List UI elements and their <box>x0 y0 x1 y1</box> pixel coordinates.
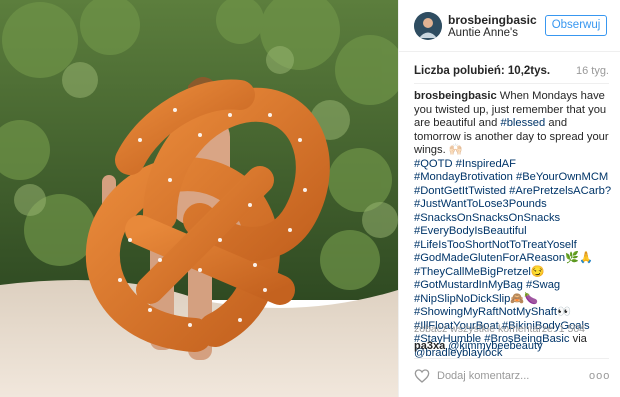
more-options-button[interactable]: ooo <box>589 370 610 382</box>
view-all-comments-link[interactable]: zobacz wszystkie komentarze: 1 504 <box>414 323 585 335</box>
post-location[interactable]: Auntie Anne's <box>448 27 518 39</box>
hashtag-link[interactable]: #DontGetItTwisted <box>414 185 506 197</box>
hashtag-link[interactable]: #Swag <box>526 279 560 291</box>
hashtag-link[interactable]: #SnacksOnSnacksOnSnacks <box>414 212 560 224</box>
divider <box>414 358 609 359</box>
divider <box>414 83 609 84</box>
hashtag-link[interactable]: #EveryBodyIsBeautiful <box>414 225 527 237</box>
likes-count[interactable]: Liczba polubień: 10,2tys. <box>414 65 550 77</box>
comment-username[interactable]: pa3xa <box>414 340 445 352</box>
hashtag-link[interactable]: #InspiredAF <box>456 158 516 170</box>
hashtag-link[interactable]: #TheyCallMeBigPretzel😏 <box>414 266 545 278</box>
comment-item: pa3xa @kimmybeebeauty <box>414 340 543 352</box>
hashtag-link[interactable]: #blessed <box>500 117 545 129</box>
hashtag-link[interactable]: #LifeIsTooShortNotToTreatYoself <box>414 239 577 251</box>
hashtag-link[interactable]: #BeYourOwnMCM <box>516 171 608 183</box>
hashtag-link[interactable]: #GotMustardInMyBag <box>414 279 523 291</box>
hashtag-link[interactable]: #GodMadeGlutenForAReason🌿🙏 <box>414 252 593 264</box>
post-header: brosbeingbasic Auntie Anne's Obserwuj <box>399 0 620 52</box>
comment-mention[interactable]: @kimmybeebeauty <box>448 340 542 352</box>
post-photo[interactable] <box>0 0 398 397</box>
post-stats: Liczba polubień: 10,2tys. 16 tyg. <box>414 65 609 79</box>
post-age[interactable]: 16 tyg. <box>576 65 609 77</box>
hashtag-list: #QOTD #InspiredAF #MondayBrotivation #Be… <box>414 158 611 346</box>
avatar-icon <box>414 12 442 40</box>
hashtag-link[interactable]: #MondayBrotivation <box>414 171 513 183</box>
add-comment-input[interactable]: Dodaj komentarz... <box>437 370 577 382</box>
hashtag-link[interactable]: #NipSlipNoDickSlip🙈🍆 <box>414 293 538 305</box>
hashtag-link[interactable]: #QOTD <box>414 158 453 170</box>
hashtag-link[interactable]: #ShowingMyRaftNotMyShaft👀 <box>414 306 571 318</box>
follow-button[interactable]: Obserwuj <box>545 15 607 36</box>
heart-icon[interactable] <box>414 368 430 384</box>
hashtag-link[interactable]: #ArePretzelsACarb? <box>509 185 611 197</box>
avatar[interactable] <box>414 12 442 40</box>
heart-icon-svg <box>414 369 430 383</box>
post-caption: brosbeingbasic When Mondays have you twi… <box>414 90 614 360</box>
post-details-panel: brosbeingbasic Auntie Anne's Obserwuj Li… <box>398 0 620 397</box>
post-image <box>0 0 398 397</box>
caption-username[interactable]: brosbeingbasic <box>414 90 497 102</box>
hashtag-link[interactable]: #JustWantToLose3Pounds <box>414 198 547 210</box>
post-username[interactable]: brosbeingbasic <box>448 13 537 27</box>
